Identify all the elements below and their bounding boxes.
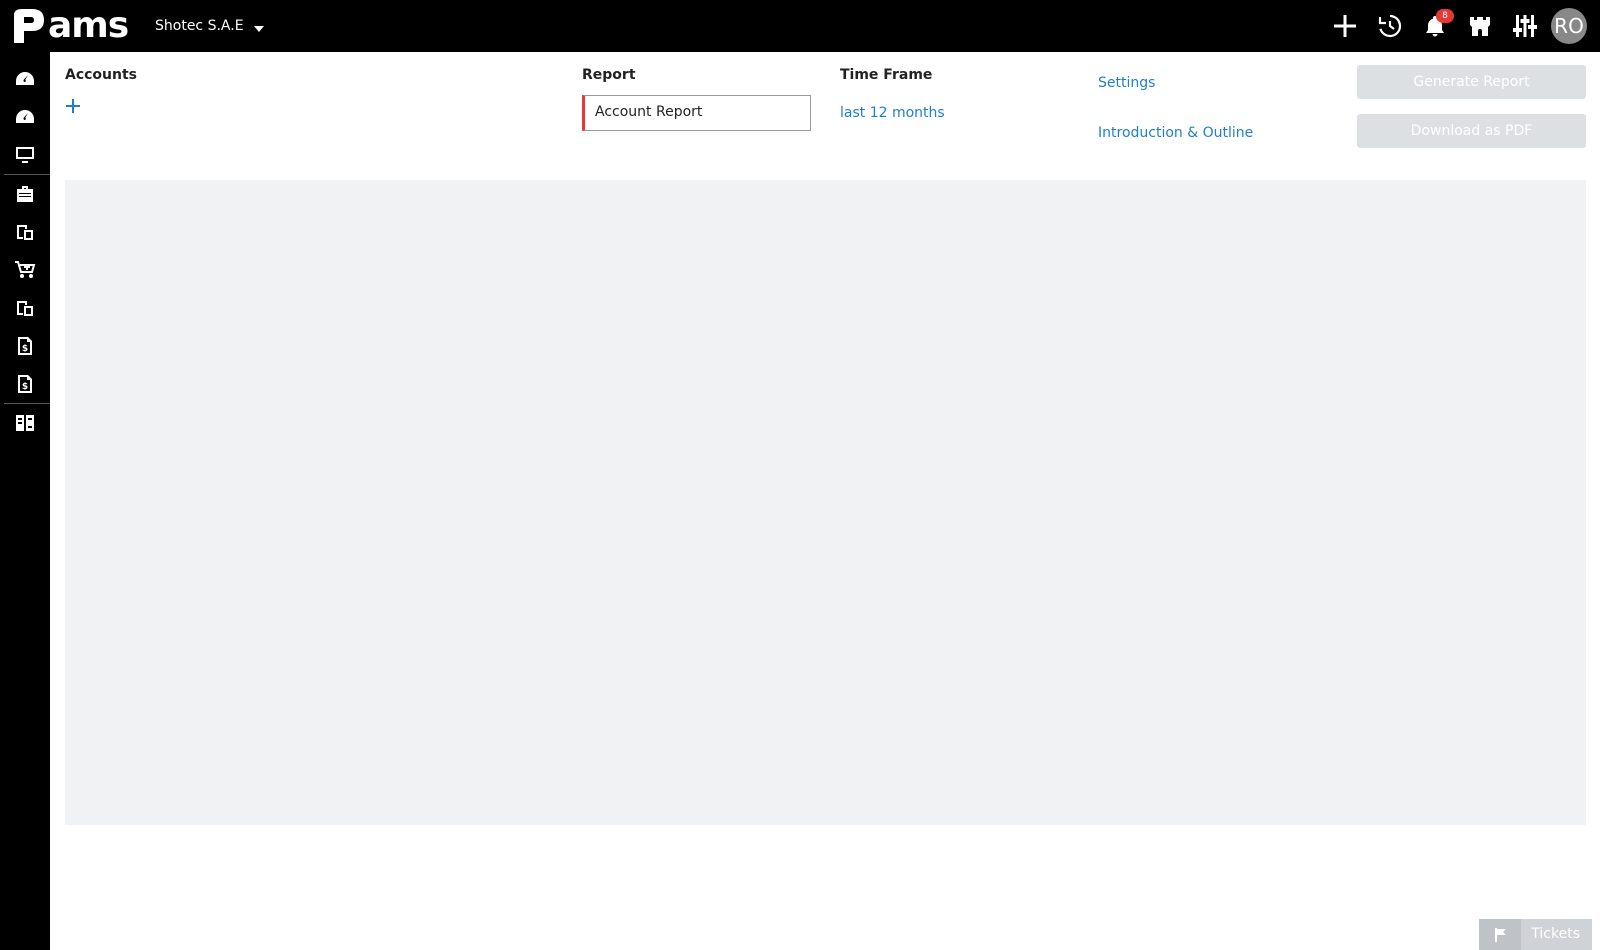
notification-badge: 8 xyxy=(1436,9,1454,23)
sidebar-item-briefcase[interactable] xyxy=(0,175,50,213)
header-toolbar: 8 RO xyxy=(1322,0,1600,52)
briefcase-icon xyxy=(17,186,33,202)
plus-icon xyxy=(66,99,80,113)
logo-mark-icon xyxy=(14,9,44,43)
report-label: Report xyxy=(582,67,636,83)
sidebar-item-dashboard-2[interactable] xyxy=(0,98,50,136)
report-preview-area xyxy=(65,180,1586,825)
documents-icon xyxy=(17,225,33,240)
history-icon xyxy=(1378,14,1401,38)
flag-icon xyxy=(1495,927,1507,942)
sidebar-item-documents[interactable] xyxy=(0,213,50,251)
settings-sliders-button[interactable] xyxy=(1502,0,1547,52)
sidebar-item-columns[interactable] xyxy=(0,404,50,442)
add-account-button[interactable] xyxy=(65,98,85,118)
columns-icon xyxy=(16,415,34,431)
sidebar-item-invoice-2[interactable]: $ xyxy=(0,365,50,403)
timeframe-link[interactable]: last 12 months xyxy=(840,105,945,121)
cart-icon xyxy=(15,261,36,278)
logo-text: ams xyxy=(48,5,129,46)
chevron-down-icon xyxy=(253,26,264,32)
sidebar: $ $ xyxy=(0,52,50,950)
dashboard-icon xyxy=(16,110,34,123)
introduction-outline-link[interactable]: Introduction & Outline xyxy=(1098,125,1253,141)
sidebar-item-monitor[interactable] xyxy=(0,136,50,174)
user-avatar[interactable]: RO xyxy=(1551,8,1587,44)
sidebar-item-cart[interactable] xyxy=(0,251,50,289)
tickets-button[interactable]: Tickets xyxy=(1479,919,1592,950)
timeframe-label: Time Frame xyxy=(840,67,933,83)
tickets-label: Tickets xyxy=(1531,926,1580,942)
monitor-icon xyxy=(16,147,34,163)
generate-report-button[interactable]: Generate Report xyxy=(1357,65,1586,99)
sidebar-item-documents-2[interactable] xyxy=(0,289,50,327)
logo[interactable]: ams xyxy=(10,5,129,46)
report-select[interactable]: Account Report xyxy=(582,95,811,131)
add-button[interactable] xyxy=(1322,0,1367,52)
documents-icon xyxy=(17,301,33,316)
svg-text:$: $ xyxy=(22,382,28,392)
sidebar-item-invoice[interactable]: $ xyxy=(0,327,50,365)
main-content: Accounts Report Account Report Time Fram… xyxy=(50,52,1600,950)
company-selector[interactable]: Shotec S.A.E xyxy=(155,18,264,34)
castle-button[interactable] xyxy=(1457,0,1502,52)
download-pdf-button[interactable]: Download as PDF xyxy=(1357,114,1586,148)
svg-text:$: $ xyxy=(22,344,28,354)
sidebar-item-dashboard[interactable] xyxy=(0,60,50,98)
company-name: Shotec S.A.E xyxy=(155,18,244,34)
flag-icon-container xyxy=(1479,919,1522,950)
notifications-button[interactable]: 8 xyxy=(1412,0,1457,52)
castle-icon xyxy=(1469,17,1490,36)
dashboard-icon xyxy=(16,72,34,85)
sliders-icon xyxy=(1512,15,1537,37)
top-bar: ams Shotec S.A.E 8 RO xyxy=(0,0,1600,52)
accounts-label: Accounts xyxy=(65,67,138,83)
settings-link[interactable]: Settings xyxy=(1098,75,1155,91)
invoice-dollar-icon: $ xyxy=(18,375,32,393)
invoice-dollar-icon: $ xyxy=(18,337,32,355)
history-button[interactable] xyxy=(1367,0,1412,52)
plus-icon xyxy=(1333,15,1356,37)
